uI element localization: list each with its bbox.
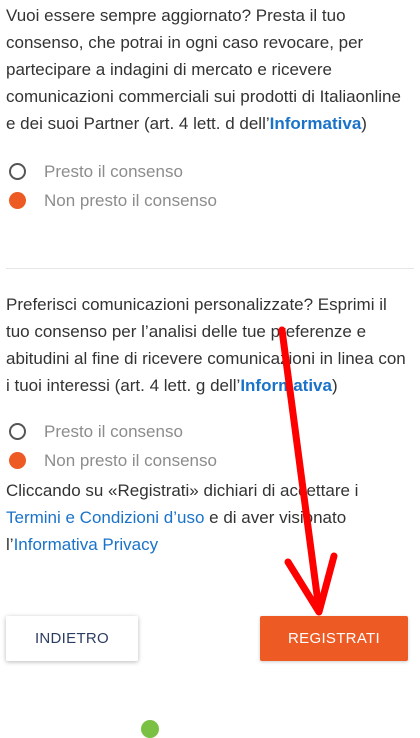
profiling-consent-text: Preferisci comunicazioni personalizzate?… bbox=[6, 295, 406, 395]
register-button[interactable]: REGISTRATI bbox=[260, 616, 408, 661]
back-button[interactable]: INDIETRO bbox=[6, 616, 138, 661]
marketing-consent-no-option[interactable]: Non presto il consenso bbox=[6, 186, 414, 215]
radio-unselected-icon[interactable] bbox=[9, 163, 26, 180]
terms-link[interactable]: Termini e Condizioni d’uso bbox=[6, 508, 204, 527]
radio-unselected-icon[interactable] bbox=[9, 423, 26, 440]
marketing-consent-section: Vuoi essere sempre aggiornato? Presta il… bbox=[6, 2, 414, 215]
option-label: Presto il consenso bbox=[44, 161, 183, 181]
profiling-consent-no-option[interactable]: Non presto il consenso bbox=[6, 446, 414, 475]
privacy-link[interactable]: Informativa Privacy bbox=[14, 535, 159, 554]
informativa-link[interactable]: Informativa bbox=[270, 114, 362, 133]
green-status-icon bbox=[141, 720, 159, 738]
radio-selected-icon[interactable] bbox=[9, 452, 26, 469]
informativa-link[interactable]: Informativa bbox=[240, 376, 332, 395]
option-label: Non presto il consenso bbox=[44, 450, 217, 470]
terms-text: Cliccando su «Registrati» dichiari di ac… bbox=[6, 481, 359, 554]
marketing-consent-yes-option[interactable]: Presto il consenso bbox=[6, 157, 414, 186]
marketing-consent-text: Vuoi essere sempre aggiornato? Presta il… bbox=[6, 6, 401, 133]
radio-selected-icon[interactable] bbox=[9, 192, 26, 209]
profiling-consent-yes-option[interactable]: Presto il consenso bbox=[6, 417, 414, 446]
profiling-consent-section: Preferisci comunicazioni personalizzate?… bbox=[6, 291, 414, 558]
section-divider bbox=[6, 268, 414, 269]
option-label: Presto il consenso bbox=[44, 421, 183, 441]
option-label: Non presto il consenso bbox=[44, 190, 217, 210]
